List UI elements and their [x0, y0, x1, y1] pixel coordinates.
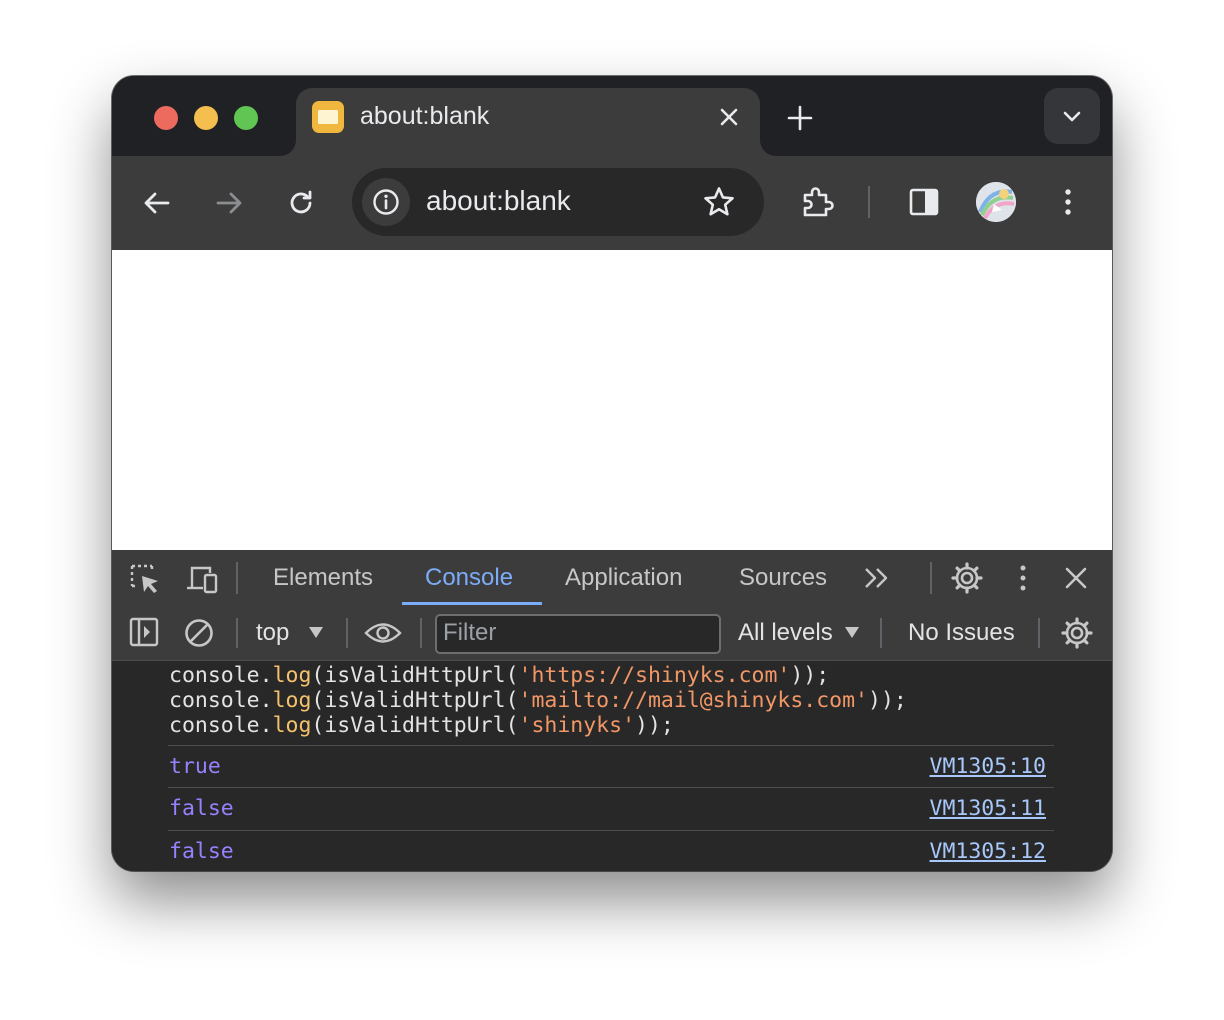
maximize-window-button[interactable] [234, 106, 258, 130]
inspect-element-icon[interactable] [128, 562, 162, 596]
console-toolbar-separator [1038, 618, 1040, 648]
console-input-line: console.log(isValidHttpUrl('https://shin… [169, 663, 830, 688]
device-toolbar-icon[interactable] [184, 562, 220, 596]
console-output-value: false [169, 839, 234, 864]
devtools-separator [236, 562, 238, 594]
filter-input[interactable] [437, 616, 713, 650]
log-levels-dropdown[interactable]: All levels [738, 619, 833, 647]
settings-gear-icon[interactable] [950, 561, 984, 595]
console-sidebar-icon[interactable] [129, 617, 159, 647]
live-expression-eye-icon[interactable] [364, 618, 402, 648]
console-row-divider [168, 830, 1054, 831]
clear-console-icon[interactable] [183, 617, 215, 649]
devtools-panel: Elements Console Application Sources top… [112, 550, 1112, 871]
console-toolbar: top All levels No Issues [112, 606, 1112, 661]
console-toolbar-separator [346, 618, 348, 648]
console-row-divider [168, 787, 1054, 788]
toolbar-separator [868, 186, 870, 218]
tab-search-button[interactable] [1044, 88, 1100, 144]
console-input-line: console.log(isValidHttpUrl('shinyks')); [169, 713, 674, 738]
address-bar-url: about:blank [426, 185, 571, 216]
tab-strip: about:blank [112, 76, 1112, 156]
console-input-line: console.log(isValidHttpUrl('mailto://mai… [169, 688, 907, 713]
browser-window: about:blank about:blank Elements Console… [112, 76, 1112, 871]
new-tab-icon[interactable] [784, 102, 816, 134]
page-favicon-icon [312, 101, 344, 133]
info-icon [373, 189, 399, 215]
console-output-value: false [169, 796, 234, 821]
console-toolbar-separator [880, 618, 882, 648]
console-source-link[interactable]: VM1305:10 [930, 754, 1047, 779]
console-row-divider [168, 745, 1054, 746]
tab-close-icon[interactable] [716, 104, 742, 130]
devtools-menu-icon[interactable] [1008, 562, 1038, 594]
browser-menu-icon[interactable] [1052, 186, 1084, 218]
console-source-link[interactable]: VM1305:12 [930, 839, 1047, 864]
reload-icon[interactable] [284, 186, 318, 220]
filter-field[interactable] [435, 614, 721, 654]
tab-application[interactable]: Application [565, 564, 682, 592]
tab-title: about:blank [360, 102, 490, 130]
console-toolbar-separator [420, 618, 422, 648]
more-tabs-chevron-icon[interactable] [862, 564, 892, 592]
console-output-value: true [169, 754, 221, 779]
forward-arrow-icon[interactable] [212, 186, 246, 220]
devtools-tab-bar: Elements Console Application Sources [112, 550, 1112, 607]
console-toolbar-separator [236, 618, 238, 648]
bookmark-star-icon[interactable] [702, 185, 736, 219]
close-window-button[interactable] [154, 106, 178, 130]
context-selector[interactable]: top [256, 619, 289, 647]
console-source-link[interactable]: VM1305:11 [930, 796, 1047, 821]
back-arrow-icon[interactable] [140, 186, 174, 220]
active-tab-indicator [402, 602, 542, 605]
profile-avatar-icon [976, 182, 1016, 222]
extensions-puzzle-icon[interactable] [800, 184, 836, 220]
close-devtools-icon[interactable] [1062, 564, 1090, 592]
chevron-down-icon [1063, 111, 1081, 122]
browser-toolbar: about:blank [112, 156, 1112, 250]
console-output[interactable]: console.log(isValidHttpUrl('https://shin… [112, 661, 1112, 871]
page-viewport[interactable] [112, 250, 1112, 550]
minimize-window-button[interactable] [194, 106, 218, 130]
console-settings-gear-icon[interactable] [1060, 616, 1094, 650]
address-bar[interactable]: about:blank [352, 168, 764, 236]
side-panel-icon[interactable] [908, 186, 940, 218]
issues-counter[interactable]: No Issues [908, 619, 1015, 647]
profile-avatar[interactable] [976, 182, 1016, 222]
context-dropdown-icon[interactable] [308, 626, 324, 640]
tab-console[interactable]: Console [425, 564, 513, 592]
devtools-separator [930, 562, 932, 594]
browser-tab[interactable]: about:blank [296, 88, 760, 156]
site-info-button[interactable] [362, 178, 410, 226]
tab-elements[interactable]: Elements [273, 564, 373, 592]
tab-sources[interactable]: Sources [739, 564, 827, 592]
levels-dropdown-icon[interactable] [844, 626, 860, 640]
